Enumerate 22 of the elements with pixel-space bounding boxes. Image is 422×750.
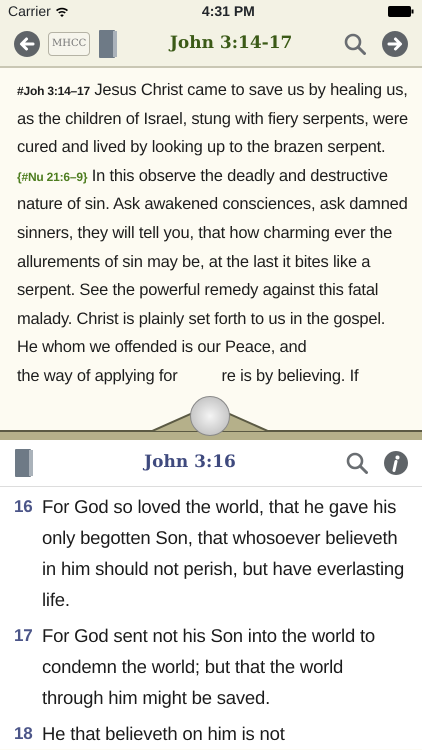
passage-title: John 3:14-17 bbox=[168, 32, 294, 56]
book-icon[interactable] bbox=[14, 448, 34, 478]
verse-number: 17 bbox=[14, 625, 34, 647]
back-button[interactable] bbox=[14, 31, 40, 57]
carrier-name: Carrier bbox=[8, 2, 51, 20]
verse-number: 18 bbox=[14, 723, 34, 745]
book-icon[interactable] bbox=[98, 29, 118, 59]
commentary-text: re is by believing. If bbox=[222, 366, 358, 387]
forward-button[interactable] bbox=[382, 31, 408, 57]
verse-text: For God sent not his Son into the world to condemn the world; but that the world through him might be saved. bbox=[42, 624, 376, 710]
verse-text: For God so loved the world, that he gave his only begotten Son, that whosoever believeth in him should not perish, but have everlasting life. bbox=[42, 495, 406, 612]
search-button[interactable] bbox=[346, 452, 368, 474]
verse-title: John 3:16 bbox=[142, 451, 237, 474]
info-button[interactable] bbox=[384, 451, 408, 475]
battery-icon bbox=[388, 6, 414, 16]
commentary-text: the way of applying for bbox=[17, 366, 178, 387]
verse-text: He that believeth on him is not bbox=[42, 722, 285, 746]
clock-time: 4:31 PM bbox=[202, 2, 255, 20]
commentary-button[interactable]: MHCC bbox=[48, 32, 90, 56]
wifi-icon bbox=[54, 6, 69, 16]
verse-number: 16 bbox=[14, 496, 34, 518]
search-button[interactable] bbox=[344, 33, 366, 55]
